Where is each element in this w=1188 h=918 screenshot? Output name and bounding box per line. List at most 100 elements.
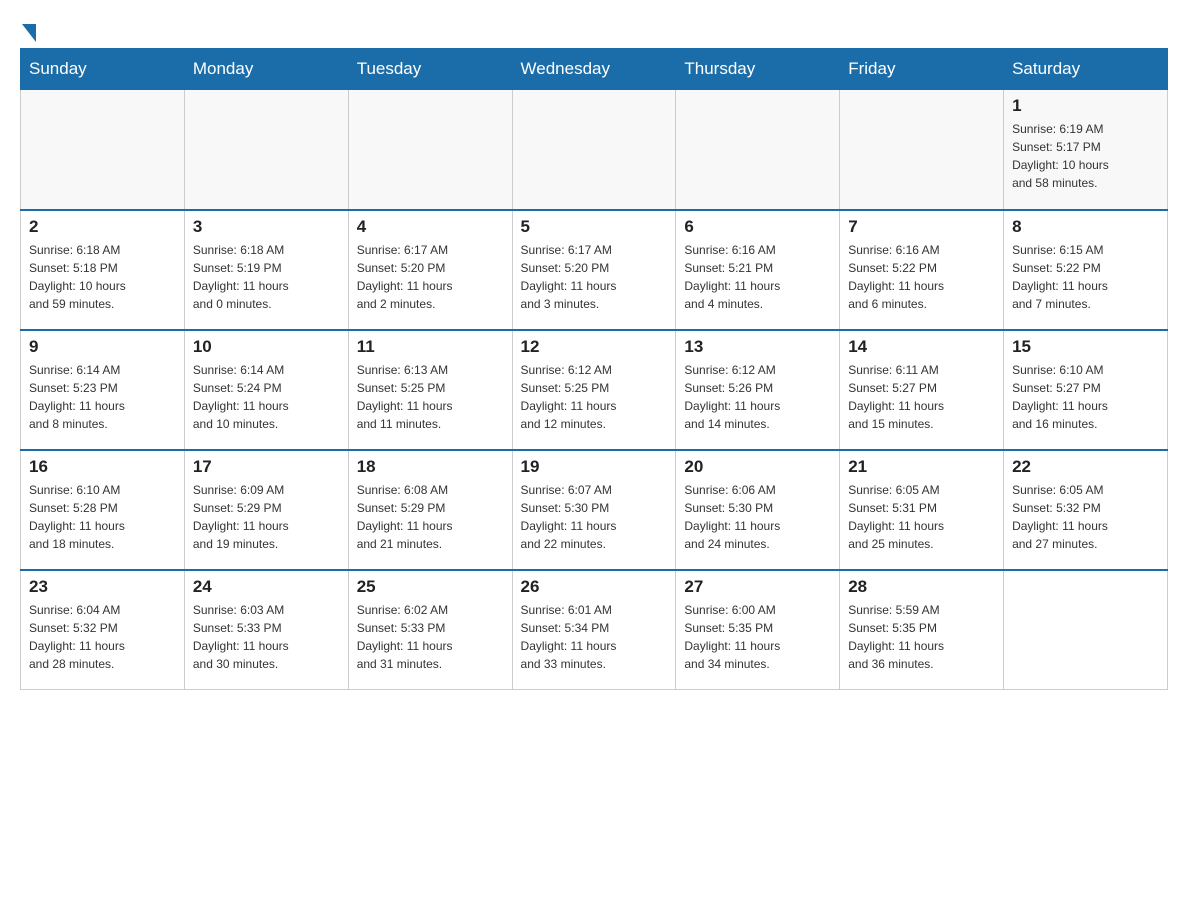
day-info: Sunrise: 6:11 AMSunset: 5:27 PMDaylight:… [848,361,995,433]
day-number: 11 [357,337,504,357]
day-info: Sunrise: 6:13 AMSunset: 5:25 PMDaylight:… [357,361,504,433]
calendar-day-cell: 5 Sunrise: 6:17 AMSunset: 5:20 PMDaylight… [512,210,676,330]
day-number: 13 [684,337,831,357]
calendar-day-cell [1004,570,1168,690]
day-number: 1 [1012,96,1159,116]
day-number: 6 [684,217,831,237]
day-info: Sunrise: 6:05 AMSunset: 5:32 PMDaylight:… [1012,481,1159,553]
day-info: Sunrise: 6:18 AMSunset: 5:18 PMDaylight:… [29,241,176,313]
calendar-day-cell [840,90,1004,210]
day-number: 12 [521,337,668,357]
day-info: Sunrise: 6:09 AMSunset: 5:29 PMDaylight:… [193,481,340,553]
day-number: 3 [193,217,340,237]
calendar-day-cell [512,90,676,210]
day-info: Sunrise: 6:14 AMSunset: 5:23 PMDaylight:… [29,361,176,433]
logo-arrow-icon [22,24,36,42]
day-number: 4 [357,217,504,237]
calendar-header-wednesday: Wednesday [512,49,676,90]
calendar-day-cell [184,90,348,210]
day-info: Sunrise: 6:16 AMSunset: 5:21 PMDaylight:… [684,241,831,313]
calendar-day-cell: 13 Sunrise: 6:12 AMSunset: 5:26 PMDayligh… [676,330,840,450]
calendar-day-cell: 17 Sunrise: 6:09 AMSunset: 5:29 PMDayligh… [184,450,348,570]
calendar-day-cell: 26Sunrise: 6:01 AMSunset: 5:34 PMDayligh… [512,570,676,690]
calendar-day-cell: 14 Sunrise: 6:11 AMSunset: 5:27 PMDayligh… [840,330,1004,450]
calendar-header-row: SundayMondayTuesdayWednesdayThursdayFrid… [21,49,1168,90]
calendar-day-cell: 28Sunrise: 5:59 AMSunset: 5:35 PMDayligh… [840,570,1004,690]
day-info: Sunrise: 6:17 AMSunset: 5:20 PMDaylight:… [357,241,504,313]
page-header [20,20,1168,38]
day-number: 10 [193,337,340,357]
day-info: Sunrise: 6:04 AMSunset: 5:32 PMDaylight:… [29,601,176,673]
calendar-day-cell: 4 Sunrise: 6:17 AMSunset: 5:20 PMDaylight… [348,210,512,330]
calendar-day-cell: 16Sunrise: 6:10 AMSunset: 5:28 PMDayligh… [21,450,185,570]
day-number: 21 [848,457,995,477]
calendar-day-cell: 20 Sunrise: 6:06 AMSunset: 5:30 PMDayligh… [676,450,840,570]
calendar-week-row: 23 Sunrise: 6:04 AMSunset: 5:32 PMDayligh… [21,570,1168,690]
calendar-day-cell: 23 Sunrise: 6:04 AMSunset: 5:32 PMDayligh… [21,570,185,690]
calendar-day-cell: 27 Sunrise: 6:00 AMSunset: 5:35 PMDayligh… [676,570,840,690]
day-info: Sunrise: 6:12 AMSunset: 5:26 PMDaylight:… [684,361,831,433]
day-number: 5 [521,217,668,237]
day-number: 7 [848,217,995,237]
day-info: Sunrise: 6:12 AMSunset: 5:25 PMDaylight:… [521,361,668,433]
day-number: 22 [1012,457,1159,477]
calendar-header-sunday: Sunday [21,49,185,90]
day-info: Sunrise: 6:06 AMSunset: 5:30 PMDaylight:… [684,481,831,553]
calendar-day-cell: 25Sunrise: 6:02 AMSunset: 5:33 PMDayligh… [348,570,512,690]
day-info: Sunrise: 6:08 AMSunset: 5:29 PMDaylight:… [357,481,504,553]
day-number: 20 [684,457,831,477]
calendar-day-cell: 24Sunrise: 6:03 AMSunset: 5:33 PMDayligh… [184,570,348,690]
calendar-week-row: 1 Sunrise: 6:19 AMSunset: 5:17 PMDaylight… [21,90,1168,210]
calendar-day-cell: 22 Sunrise: 6:05 AMSunset: 5:32 PMDayligh… [1004,450,1168,570]
calendar-day-cell [21,90,185,210]
day-number: 15 [1012,337,1159,357]
day-number: 26 [521,577,668,597]
calendar-day-cell [348,90,512,210]
day-number: 14 [848,337,995,357]
calendar-header-monday: Monday [184,49,348,90]
calendar-day-cell: 2Sunrise: 6:18 AMSunset: 5:18 PMDaylight… [21,210,185,330]
calendar-day-cell: 8 Sunrise: 6:15 AMSunset: 5:22 PMDaylight… [1004,210,1168,330]
calendar-week-row: 16Sunrise: 6:10 AMSunset: 5:28 PMDayligh… [21,450,1168,570]
calendar-day-cell: 6 Sunrise: 6:16 AMSunset: 5:21 PMDaylight… [676,210,840,330]
calendar-week-row: 2Sunrise: 6:18 AMSunset: 5:18 PMDaylight… [21,210,1168,330]
calendar-day-cell: 11 Sunrise: 6:13 AMSunset: 5:25 PMDayligh… [348,330,512,450]
calendar-header-tuesday: Tuesday [348,49,512,90]
day-number: 23 [29,577,176,597]
calendar-day-cell: 1 Sunrise: 6:19 AMSunset: 5:17 PMDaylight… [1004,90,1168,210]
day-number: 8 [1012,217,1159,237]
day-info: Sunrise: 6:18 AMSunset: 5:19 PMDaylight:… [193,241,340,313]
calendar-day-cell: 9 Sunrise: 6:14 AMSunset: 5:23 PMDaylight… [21,330,185,450]
day-number: 25 [357,577,504,597]
calendar-day-cell: 21 Sunrise: 6:05 AMSunset: 5:31 PMDayligh… [840,450,1004,570]
calendar-week-row: 9 Sunrise: 6:14 AMSunset: 5:23 PMDaylight… [21,330,1168,450]
day-info: Sunrise: 6:14 AMSunset: 5:24 PMDaylight:… [193,361,340,433]
calendar-header-saturday: Saturday [1004,49,1168,90]
day-info: Sunrise: 6:03 AMSunset: 5:33 PMDaylight:… [193,601,340,673]
day-info: Sunrise: 6:19 AMSunset: 5:17 PMDaylight:… [1012,120,1159,192]
calendar-day-cell: 19 Sunrise: 6:07 AMSunset: 5:30 PMDayligh… [512,450,676,570]
calendar-day-cell: 12 Sunrise: 6:12 AMSunset: 5:25 PMDayligh… [512,330,676,450]
day-number: 18 [357,457,504,477]
day-number: 17 [193,457,340,477]
logo [20,20,36,38]
calendar-table: SundayMondayTuesdayWednesdayThursdayFrid… [20,48,1168,690]
calendar-header-friday: Friday [840,49,1004,90]
day-info: Sunrise: 6:00 AMSunset: 5:35 PMDaylight:… [684,601,831,673]
day-info: Sunrise: 6:10 AMSunset: 5:28 PMDaylight:… [29,481,176,553]
day-info: Sunrise: 6:17 AMSunset: 5:20 PMDaylight:… [521,241,668,313]
day-info: Sunrise: 5:59 AMSunset: 5:35 PMDaylight:… [848,601,995,673]
day-number: 19 [521,457,668,477]
day-info: Sunrise: 6:15 AMSunset: 5:22 PMDaylight:… [1012,241,1159,313]
day-number: 27 [684,577,831,597]
calendar-day-cell: 3 Sunrise: 6:18 AMSunset: 5:19 PMDaylight… [184,210,348,330]
day-number: 9 [29,337,176,357]
calendar-day-cell: 15Sunrise: 6:10 AMSunset: 5:27 PMDayligh… [1004,330,1168,450]
calendar-day-cell: 18 Sunrise: 6:08 AMSunset: 5:29 PMDayligh… [348,450,512,570]
day-info: Sunrise: 6:16 AMSunset: 5:22 PMDaylight:… [848,241,995,313]
day-info: Sunrise: 6:05 AMSunset: 5:31 PMDaylight:… [848,481,995,553]
calendar-day-cell [676,90,840,210]
calendar-header-thursday: Thursday [676,49,840,90]
day-info: Sunrise: 6:07 AMSunset: 5:30 PMDaylight:… [521,481,668,553]
calendar-day-cell: 10 Sunrise: 6:14 AMSunset: 5:24 PMDayligh… [184,330,348,450]
